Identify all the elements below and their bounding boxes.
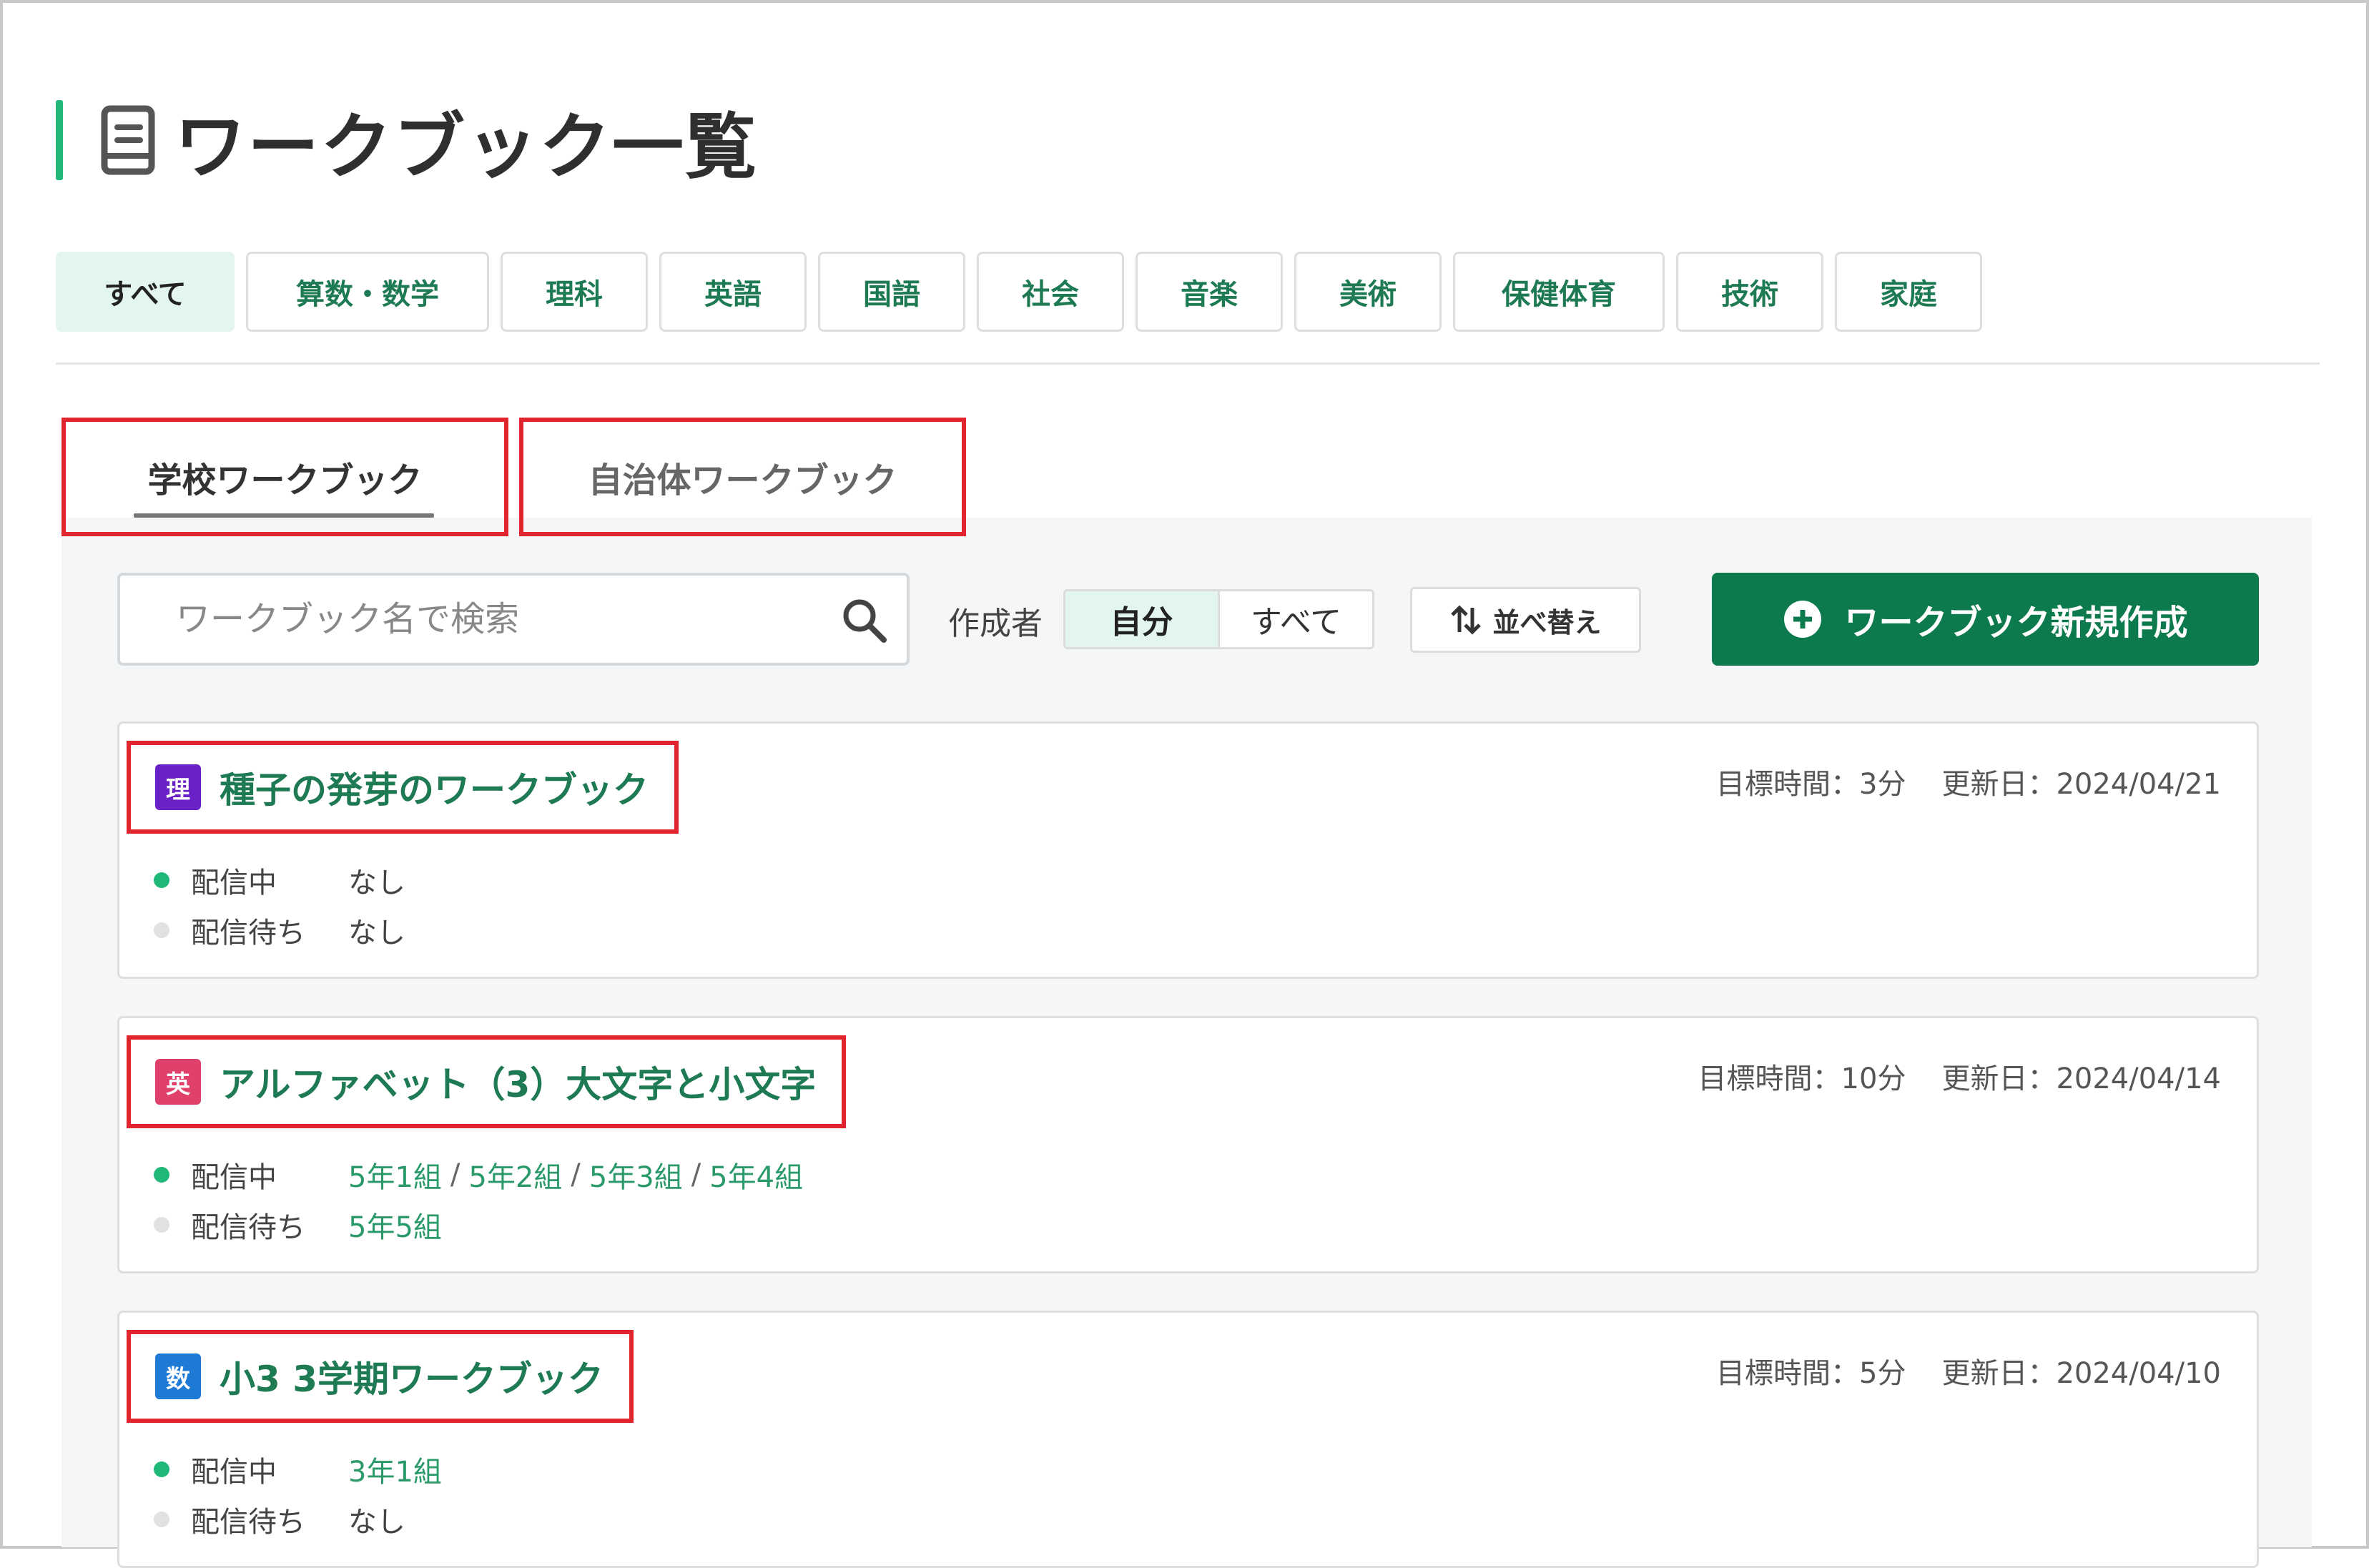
workbook-card[interactable]: 理種子の発芽のワークブック 目標時間：3分 更新日：2024/04/21 配信中 なし配… bbox=[117, 721, 2259, 979]
workbook-title-link[interactable]: 理種子の発芽のワークブック bbox=[127, 741, 679, 834]
workbook-meta: 目標時間：3分 更新日：2024/04/21 bbox=[1716, 761, 2221, 802]
app-window: ワークブック一覧 すべて 算数・数学 理科 英語 国語 社会 音楽 美術 保健体育 技術 家庭 学校… bbox=[0, 0, 2369, 1568]
updated-date: 更新日：2024/04/21 bbox=[1941, 768, 2221, 801]
subject-chip[interactable]: すべて bbox=[56, 252, 235, 332]
workbook-title: アルファベット（3）大文字と小文字 bbox=[220, 1064, 817, 1105]
waiting-label: 配信待ち bbox=[191, 1506, 305, 1539]
workbook-card[interactable]: 英アルファベット（3）大文字と小文字 目標時間：10分 更新日：2024/04/14… bbox=[117, 1016, 2259, 1273]
tab-school-label: 学校ワークブック bbox=[147, 460, 423, 501]
active-tab-underline bbox=[134, 513, 434, 518]
workbook-meta: 目標時間：10分 更新日：2024/04/14 bbox=[1698, 1055, 2221, 1097]
empty-value: なし bbox=[348, 1506, 405, 1539]
live-label: 配信中 bbox=[191, 867, 277, 899]
updated-date: 更新日：2024/04/10 bbox=[1941, 1357, 2221, 1390]
workbook-title-link[interactable]: 数小3 3学期ワークブック bbox=[127, 1330, 634, 1423]
empty-value: なし bbox=[348, 867, 405, 899]
target-time: 目標時間：3分 bbox=[1716, 768, 1906, 801]
search-box bbox=[117, 573, 910, 666]
subject-badge: 英 bbox=[155, 1059, 201, 1105]
workbook-card[interactable]: 数小3 3学期ワークブック 目標時間：5分 更新日：2024/04/10 配信中 3年1… bbox=[117, 1311, 2259, 1568]
class-separator: / bbox=[571, 1158, 581, 1191]
divider bbox=[56, 363, 2320, 365]
subject-badge: 数 bbox=[155, 1353, 201, 1399]
waiting-label: 配信待ち bbox=[191, 917, 305, 950]
live-status-dot bbox=[154, 872, 169, 888]
workbook-title: 種子の発芽のワークブック bbox=[220, 769, 649, 811]
workbook-meta: 目標時間：5分 更新日：2024/04/10 bbox=[1716, 1350, 2221, 1391]
tab-local-label: 自治体ワークブック bbox=[588, 460, 897, 501]
page-header: ワークブック一覧 bbox=[56, 97, 758, 189]
live-status-dot bbox=[154, 1167, 169, 1183]
title-accent-bar bbox=[56, 100, 63, 180]
class-link[interactable]: 5年4組 bbox=[709, 1154, 803, 1195]
live-row: 配信中 3年1組 bbox=[154, 1449, 442, 1490]
class-link[interactable]: 3年1組 bbox=[348, 1449, 442, 1490]
class-link[interactable]: 5年1組 bbox=[348, 1154, 442, 1195]
sort-button[interactable]: 並べ替え bbox=[1410, 587, 1641, 653]
sort-label: 並べ替え bbox=[1492, 606, 1602, 638]
waiting-row: 配信待ち なし bbox=[154, 909, 405, 951]
subject-chip[interactable]: 技術 bbox=[1676, 252, 1823, 332]
author-filter-label: 作成者 bbox=[948, 606, 1043, 642]
empty-value: なし bbox=[348, 917, 405, 950]
page-title: ワークブック一覧 bbox=[174, 104, 758, 189]
live-label: 配信中 bbox=[191, 1161, 277, 1194]
new-workbook-label: ワークブック新規作成 bbox=[1844, 603, 2188, 643]
workbook-title: 小3 3学期ワークブック bbox=[220, 1359, 604, 1400]
waiting-label: 配信待ち bbox=[191, 1211, 305, 1244]
author-toggle: 自分 すべて bbox=[1063, 589, 1374, 649]
search-icon[interactable] bbox=[839, 596, 888, 644]
subject-chip[interactable]: 社会 bbox=[977, 252, 1124, 332]
search-input[interactable] bbox=[176, 599, 784, 639]
waiting-status-dot bbox=[154, 1217, 169, 1233]
waiting-status-dot bbox=[154, 922, 169, 938]
waiting-row: 配信待ち なし bbox=[154, 1499, 405, 1540]
class-separator: / bbox=[691, 1158, 701, 1191]
live-row: 配信中 5年1組/5年2組/5年3組/5年4組 bbox=[154, 1154, 803, 1195]
class-link[interactable]: 5年5組 bbox=[348, 1204, 442, 1246]
waiting-status-dot bbox=[154, 1512, 169, 1527]
workbook-title-link[interactable]: 英アルファベット（3）大文字と小文字 bbox=[127, 1035, 847, 1128]
sort-icon bbox=[1451, 605, 1482, 635]
target-time: 目標時間：10分 bbox=[1698, 1062, 1906, 1095]
updated-date: 更新日：2024/04/14 bbox=[1941, 1062, 2221, 1095]
subject-filter-bar: すべて 算数・数学 理科 英語 国語 社会 音楽 美術 保健体育 技術 家庭 bbox=[56, 252, 1982, 332]
new-workbook-button[interactable]: ワークブック新規作成 bbox=[1712, 573, 2259, 666]
tab-local-workbook[interactable]: 自治体ワークブック bbox=[519, 418, 966, 536]
plus-circle-icon bbox=[1784, 601, 1822, 638]
subject-chip[interactable]: 算数・数学 bbox=[246, 252, 489, 332]
live-row: 配信中 なし bbox=[154, 859, 405, 901]
subject-chip[interactable]: 家庭 bbox=[1835, 252, 1982, 332]
tab-school-workbook[interactable]: 学校ワークブック bbox=[61, 418, 508, 536]
subject-chip[interactable]: 理科 bbox=[501, 252, 648, 332]
subject-badge: 理 bbox=[155, 764, 201, 810]
live-status-dot bbox=[154, 1461, 169, 1477]
live-label: 配信中 bbox=[191, 1456, 277, 1489]
target-time: 目標時間：5分 bbox=[1716, 1357, 1906, 1390]
author-all-option[interactable]: すべて bbox=[1220, 591, 1372, 647]
class-link[interactable]: 5年3組 bbox=[589, 1154, 683, 1195]
subject-chip[interactable]: 国語 bbox=[818, 252, 965, 332]
subject-chip[interactable]: 音楽 bbox=[1136, 252, 1283, 332]
subject-chip[interactable]: 美術 bbox=[1294, 252, 1442, 332]
book-icon bbox=[101, 105, 155, 175]
subject-chip[interactable]: 保健体育 bbox=[1453, 252, 1665, 332]
class-link[interactable]: 5年2組 bbox=[468, 1154, 562, 1195]
waiting-row: 配信待ち 5年5組 bbox=[154, 1204, 442, 1246]
subject-chip[interactable]: 英語 bbox=[659, 252, 807, 332]
author-self-option[interactable]: 自分 bbox=[1065, 591, 1220, 647]
class-separator: / bbox=[450, 1158, 460, 1191]
